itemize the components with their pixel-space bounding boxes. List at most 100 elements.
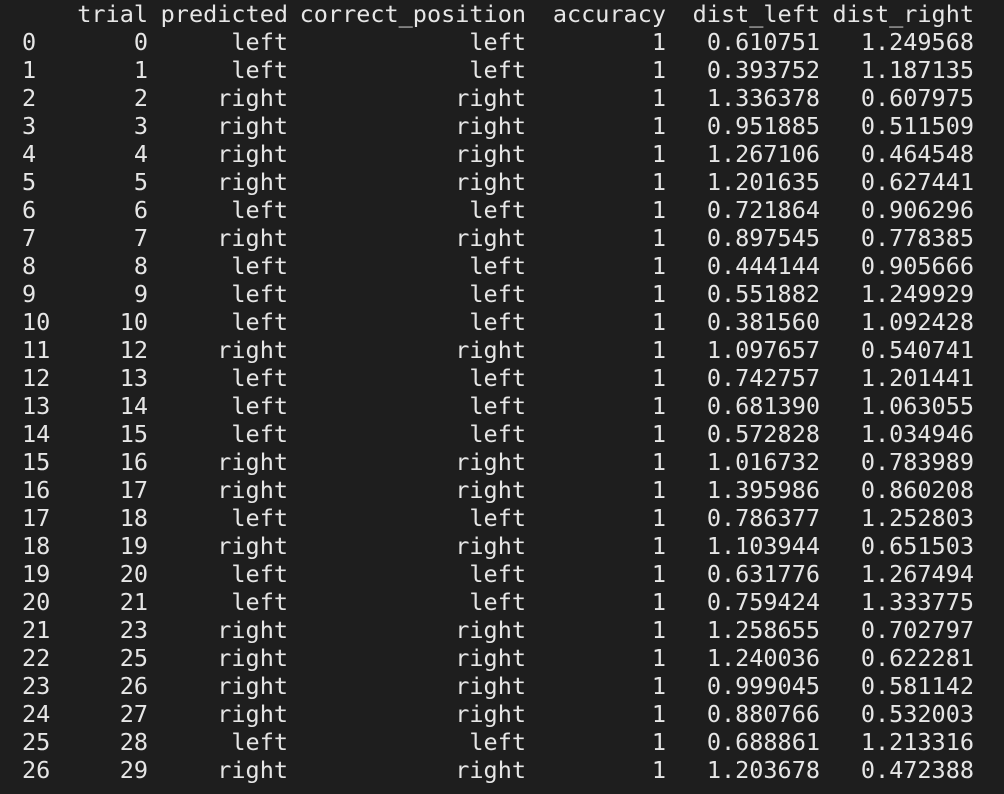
- cell-accuracy: 1: [651, 420, 666, 448]
- cell-correct-position: left: [469, 280, 526, 308]
- table-row: 15 16 right right 1 1.016732 0.783989: [0, 448, 1004, 476]
- cell-accuracy: 1: [651, 336, 666, 364]
- cell-correct-position: right: [455, 532, 526, 560]
- table-row: 17 18 left left 1 0.786377 1.252803: [0, 504, 1004, 532]
- cell-accuracy: 1: [651, 308, 666, 336]
- cell-dist-left: 1.201635: [706, 168, 820, 196]
- cell-dist-right: 0.778385: [860, 224, 974, 252]
- table-row: 6 6 left left 1 0.721864 0.906296: [0, 196, 1004, 224]
- cell-dist-right: 0.540741: [860, 336, 974, 364]
- column-header-dist-right: dist_right: [832, 0, 974, 28]
- cell-dist-left: 0.786377: [706, 504, 820, 532]
- cell-correct-position: right: [455, 700, 526, 728]
- cell-correct-position: left: [469, 420, 526, 448]
- cell-dist-left: 0.999045: [706, 672, 820, 700]
- cell-correct-position: left: [469, 392, 526, 420]
- cell-dist-left: 0.610751: [706, 28, 820, 56]
- table-row: 12 13 left left 1 0.742757 1.201441: [0, 364, 1004, 392]
- cell-dist-right: 0.511509: [860, 112, 974, 140]
- cell-accuracy: 1: [651, 756, 666, 784]
- cell-dist-right: 0.532003: [860, 700, 974, 728]
- cell-trial: 8: [133, 252, 148, 280]
- cell-correct-position: left: [469, 308, 526, 336]
- cell-dist-left: 0.688861: [706, 728, 820, 756]
- cell-accuracy: 1: [651, 252, 666, 280]
- cell-dist-right: 0.581142: [860, 672, 974, 700]
- column-header-predicted: predicted: [160, 0, 288, 28]
- cell-predicted: left: [231, 56, 288, 84]
- cell-dist-left: 0.631776: [706, 560, 820, 588]
- table-row: 21 23 right right 1 1.258655 0.702797: [0, 616, 1004, 644]
- cell-predicted: right: [217, 532, 288, 560]
- cell-trial: 23: [119, 616, 148, 644]
- cell-dist-right: 1.092428: [860, 308, 974, 336]
- cell-correct-position: left: [469, 560, 526, 588]
- cell-dist-right: 0.622281: [860, 644, 974, 672]
- table-row: 11 12 right right 1 1.097657 0.540741: [0, 336, 1004, 364]
- cell-trial: 17: [119, 476, 148, 504]
- cell-trial: 12: [119, 336, 148, 364]
- cell-accuracy: 1: [651, 56, 666, 84]
- cell-accuracy: 1: [651, 476, 666, 504]
- table-row: 1 1 left left 1 0.393752 1.187135: [0, 56, 1004, 84]
- cell-correct-position: right: [455, 224, 526, 252]
- cell-accuracy: 1: [651, 588, 666, 616]
- cell-dist-left: 0.880766: [706, 700, 820, 728]
- cell-accuracy: 1: [651, 196, 666, 224]
- terminal-output: trial predicted correct_position accurac…: [0, 0, 1004, 794]
- column-header-trial: trial: [77, 0, 148, 28]
- table-row: 24 27 right right 1 0.880766 0.532003: [0, 700, 1004, 728]
- cell-trial: 4: [133, 140, 148, 168]
- cell-predicted: right: [217, 476, 288, 504]
- cell-trial: 5: [133, 168, 148, 196]
- cell-dist-left: 1.258655: [706, 616, 820, 644]
- cell-predicted: left: [231, 560, 288, 588]
- cell-trial: 16: [119, 448, 148, 476]
- cell-accuracy: 1: [651, 616, 666, 644]
- table-row: 14 15 left left 1 0.572828 1.034946: [0, 420, 1004, 448]
- cell-dist-right: 1.213316: [860, 728, 974, 756]
- cell-dist-right: 0.651503: [860, 532, 974, 560]
- cell-dist-left: 0.551882: [706, 280, 820, 308]
- cell-accuracy: 1: [651, 700, 666, 728]
- cell-accuracy: 1: [651, 112, 666, 140]
- cell-predicted: right: [217, 112, 288, 140]
- cell-dist-left: 1.016732: [706, 448, 820, 476]
- table-row: 10 10 left left 1 0.381560 1.092428: [0, 308, 1004, 336]
- cell-trial: 2: [133, 84, 148, 112]
- table-header-row: trial predicted correct_position accurac…: [0, 0, 1004, 28]
- cell-accuracy: 1: [651, 280, 666, 308]
- cell-dist-left: 1.267106: [706, 140, 820, 168]
- table-row: 22 25 right right 1 1.240036 0.622281: [0, 644, 1004, 672]
- cell-correct-position: right: [455, 672, 526, 700]
- cell-dist-right: 0.607975: [860, 84, 974, 112]
- cell-accuracy: 1: [651, 532, 666, 560]
- cell-dist-left: 1.203678: [706, 756, 820, 784]
- cell-correct-position: left: [469, 364, 526, 392]
- cell-trial: 21: [119, 588, 148, 616]
- cell-predicted: left: [231, 420, 288, 448]
- cell-dist-left: 0.681390: [706, 392, 820, 420]
- cell-trial: 20: [119, 560, 148, 588]
- cell-predicted: left: [231, 728, 288, 756]
- cell-accuracy: 1: [651, 392, 666, 420]
- cell-predicted: left: [231, 504, 288, 532]
- cell-dist-left: 1.395986: [706, 476, 820, 504]
- cell-predicted: right: [217, 616, 288, 644]
- table-row: 25 28 left left 1 0.688861 1.213316: [0, 728, 1004, 756]
- cell-dist-right: 1.252803: [860, 504, 974, 532]
- cell-trial: 0: [133, 28, 148, 56]
- cell-correct-position: right: [455, 168, 526, 196]
- cell-predicted: right: [217, 140, 288, 168]
- table-row: 3 3 right right 1 0.951885 0.511509: [0, 112, 1004, 140]
- cell-accuracy: 1: [651, 644, 666, 672]
- cell-dist-right: 1.249929: [860, 280, 974, 308]
- cell-predicted: left: [231, 196, 288, 224]
- cell-dist-left: 0.951885: [706, 112, 820, 140]
- cell-predicted: right: [217, 700, 288, 728]
- cell-dist-left: 0.897545: [706, 224, 820, 252]
- cell-trial: 14: [119, 392, 148, 420]
- cell-dist-right: 1.201441: [860, 364, 974, 392]
- cell-trial: 27: [119, 700, 148, 728]
- table-row: 23 26 right right 1 0.999045 0.581142: [0, 672, 1004, 700]
